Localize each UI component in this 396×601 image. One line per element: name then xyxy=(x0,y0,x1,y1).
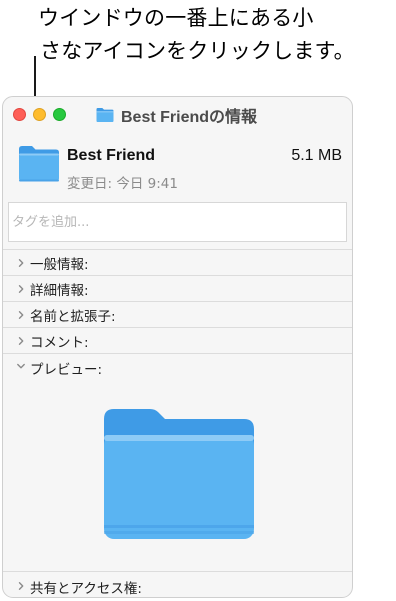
page: ウインドウの一番上にある小 さなアイコンをクリックします。 Best Frien… xyxy=(0,0,396,601)
chevron-right-icon[interactable] xyxy=(16,258,26,268)
folder-icon xyxy=(19,146,59,182)
minimize-button[interactable] xyxy=(33,108,46,121)
section-label: 一般情報: xyxy=(30,256,89,273)
section-comments[interactable]: コメント: xyxy=(3,328,352,354)
callout-line-2: さなアイコンをクリックします。 xyxy=(40,39,355,63)
file-name: Best Friend xyxy=(67,147,156,164)
window-title: Best Friendの情報 xyxy=(121,109,258,126)
chevron-right-icon[interactable] xyxy=(16,336,26,346)
info-sections: 一般情報: 詳細情報: 名前と拡張子: コメント: xyxy=(3,249,352,354)
file-header: Best Friend 5.1 MB 変更日: 今日 9:41 xyxy=(3,141,352,197)
file-size: 5.1 MB xyxy=(291,147,342,164)
folder-icon[interactable] xyxy=(95,107,115,123)
zoom-button[interactable] xyxy=(53,108,66,121)
chevron-right-icon[interactable] xyxy=(16,310,26,320)
section-more-info[interactable]: 詳細情報: xyxy=(3,276,352,302)
section-sharing-permissions[interactable]: 共有とアクセス権: xyxy=(3,571,352,597)
section-label: プレビュー: xyxy=(30,362,103,378)
preview-header[interactable]: プレビュー: xyxy=(3,353,352,379)
window-title-group: Best Friendの情報 xyxy=(95,105,258,126)
section-name-extension[interactable]: 名前と拡張子: xyxy=(3,302,352,328)
section-label: 名前と拡張子: xyxy=(30,308,116,325)
tags-input[interactable] xyxy=(8,202,347,242)
callout-text: ウインドウの一番上にある小 さなアイコンをクリックします。 xyxy=(36,2,396,68)
chevron-right-icon[interactable] xyxy=(16,581,26,591)
title-bar[interactable]: Best Friendの情報 xyxy=(3,97,352,133)
callout-line-1: ウインドウの一番上にある小 xyxy=(38,6,314,30)
info-window: Best Friendの情報 Best Friend 5.1 MB 変更日: 今… xyxy=(2,96,353,598)
section-label: コメント: xyxy=(30,334,89,351)
section-label: 詳細情報: xyxy=(30,282,89,299)
folder-preview-icon xyxy=(104,409,254,539)
close-button[interactable] xyxy=(13,108,26,121)
chevron-right-icon[interactable] xyxy=(16,284,26,294)
section-general-info[interactable]: 一般情報: xyxy=(3,250,352,276)
modified-date: 変更日: 今日 9:41 xyxy=(67,176,178,192)
section-preview: プレビュー: xyxy=(3,353,352,571)
section-label: 共有とアクセス権: xyxy=(30,581,142,597)
chevron-down-icon[interactable] xyxy=(16,361,26,371)
